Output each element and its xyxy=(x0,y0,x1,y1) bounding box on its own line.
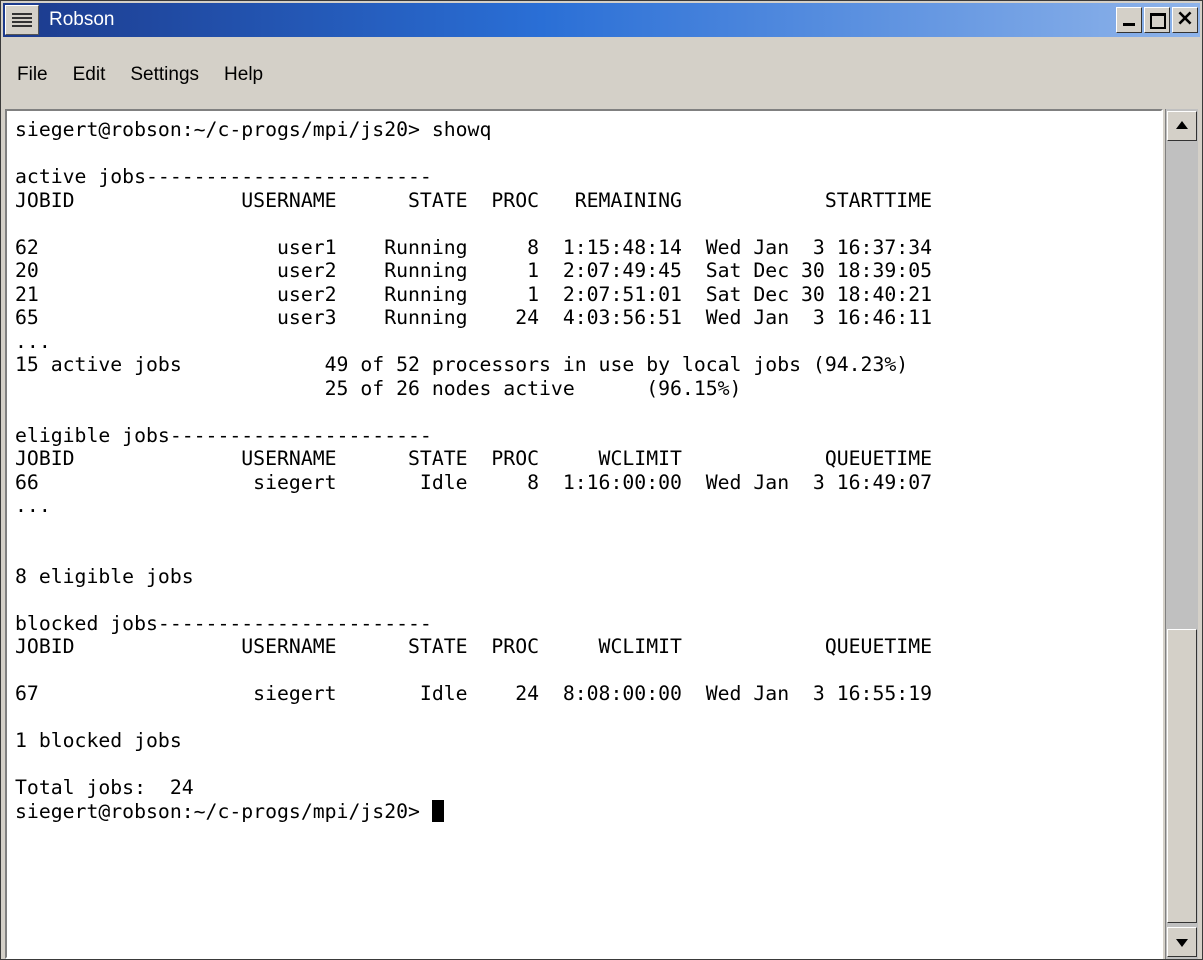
menu-help[interactable]: Help xyxy=(210,64,274,86)
scroll-up-button[interactable] xyxy=(1167,111,1197,141)
terminal-line: JOBID USERNAME STATE PROC WCLIMIT QUEUET… xyxy=(15,447,933,470)
terminal-line: Total jobs: 24 xyxy=(15,776,194,799)
close-button[interactable]: × xyxy=(1172,6,1198,33)
terminal-line: ... xyxy=(15,329,51,353)
command-prompt[interactable]: siegert@robson:~/c-progs/mpi/js20> xyxy=(15,799,1153,824)
system-menu-icon[interactable] xyxy=(5,5,39,35)
terminal-line: siegert@robson:~/c-progs/mpi/js20> showq xyxy=(15,118,492,141)
prompt-text: siegert@robson:~/c-progs/mpi/js20> xyxy=(15,799,432,823)
scroll-thumb[interactable] xyxy=(1167,629,1197,923)
terminal-line: 1 blocked jobs xyxy=(15,729,182,752)
terminal-line: 8 eligible jobs xyxy=(15,564,194,588)
close-icon: × xyxy=(1175,6,1195,31)
terminal-window: Robson × File Edit Settings Help siegert… xyxy=(0,0,1203,960)
vertical-scrollbar[interactable] xyxy=(1165,109,1198,959)
terminal-line: 67 siegert Idle 24 8:08:00:00 Wed Jan 3 … xyxy=(15,682,933,705)
terminal-area[interactable]: siegert@robson:~/c-progs/mpi/js20> showq… xyxy=(5,109,1163,959)
text-cursor xyxy=(431,799,444,822)
terminal-line: 20 user2 Running 1 2:07:49:45 Sat Dec 30… xyxy=(15,259,933,282)
terminal-line: active jobs------------------------ xyxy=(15,165,432,188)
terminal-line: ... xyxy=(15,494,51,517)
menu-bar: File Edit Settings Help xyxy=(3,53,1200,97)
terminal-line: 15 active jobs 49 of 52 processors in us… xyxy=(15,353,909,376)
terminal-line: 21 user2 Running 1 2:07:51:01 Sat Dec 30… xyxy=(15,282,933,306)
menu-file[interactable]: File xyxy=(3,64,59,86)
terminal-line: 62 user1 Running 8 1:15:48:14 Wed Jan 3 … xyxy=(15,235,933,259)
scroll-down-button[interactable] xyxy=(1167,927,1197,957)
terminal-line: 25 of 26 nodes active (96.15%) xyxy=(15,376,742,400)
terminal-line: 65 user3 Running 24 4:03:56:51 Wed Jan 3… xyxy=(15,306,933,329)
menu-settings[interactable]: Settings xyxy=(116,64,210,86)
terminal-line: JOBID USERNAME STATE PROC WCLIMIT QUEUET… xyxy=(15,635,933,658)
minimize-button[interactable] xyxy=(1116,7,1142,33)
menu-edit[interactable]: Edit xyxy=(59,64,117,86)
terminal-line: eligible jobs---------------------- xyxy=(15,423,432,447)
terminal-line: 66 siegert Idle 8 1:16:00:00 Wed Jan 3 1… xyxy=(15,470,933,494)
title-bar[interactable]: Robson × xyxy=(3,3,1200,37)
terminal-output: siegert@robson:~/c-progs/mpi/js20> showq… xyxy=(7,111,1161,830)
terminal-line: blocked jobs----------------------- xyxy=(15,611,432,635)
terminal-line: JOBID USERNAME STATE PROC REMAINING STAR… xyxy=(15,188,933,212)
window-title: Robson xyxy=(49,9,115,30)
maximize-button[interactable] xyxy=(1144,7,1170,33)
